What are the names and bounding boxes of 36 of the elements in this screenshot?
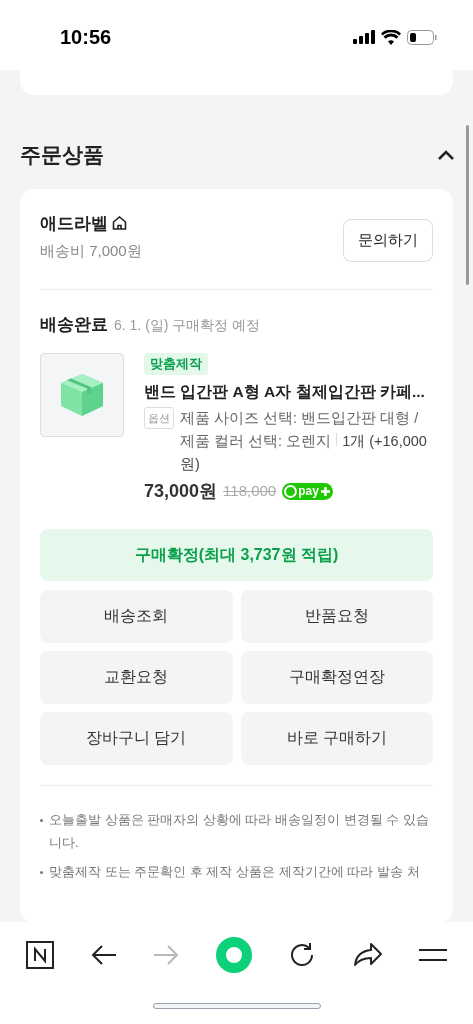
inquiry-button[interactable]: 문의하기 bbox=[343, 218, 433, 262]
action-button[interactable]: 바로 구매하기 bbox=[240, 711, 433, 765]
refresh-icon[interactable] bbox=[288, 941, 316, 969]
share-arrow-icon[interactable] bbox=[352, 942, 383, 968]
product-name[interactable]: 밴드 입간판 A형 A자 철제입간판 카페... bbox=[144, 380, 425, 403]
custom-made-tag: 맞춤제작 bbox=[144, 353, 208, 375]
signal-icon bbox=[353, 30, 375, 44]
section-title: 주문상품 bbox=[20, 142, 104, 168]
action-button[interactable]: 구매확정연장 bbox=[240, 650, 433, 704]
wifi-icon bbox=[381, 29, 401, 45]
notice-text: 맞춤제작 또는 주문확인 후 제작 상품은 제작기간에 따라 발송 처 bbox=[49, 862, 420, 881]
home-icon bbox=[112, 216, 127, 231]
price: 73,000원 bbox=[144, 479, 218, 503]
notice-text: 오늘출발 상품은 판매자의 상황에 따라 배송일정이 변경될 수 있습니다. bbox=[49, 810, 430, 852]
action-button[interactable]: 교환요청 bbox=[40, 650, 233, 704]
status-time: 10:56 bbox=[60, 25, 112, 50]
n-logo-icon[interactable] bbox=[26, 941, 54, 969]
delivery-status: 배송완료 bbox=[40, 313, 108, 336]
product-thumbnail[interactable] bbox=[40, 353, 124, 437]
action-button[interactable]: 장바구니 담기 bbox=[40, 711, 233, 765]
chevron-icon[interactable] bbox=[437, 148, 455, 161]
back-arrow-icon[interactable] bbox=[90, 944, 117, 966]
shipping-fee: 배송비 7,000원 bbox=[40, 241, 142, 261]
original-price: 118,000 bbox=[223, 480, 277, 501]
npay-badge: pay bbox=[282, 482, 333, 500]
menu-icon[interactable] bbox=[419, 948, 447, 962]
seller-name[interactable]: 애드라벨 bbox=[40, 210, 108, 236]
action-button[interactable]: 반품요청 bbox=[240, 589, 433, 643]
action-button[interactable]: 배송조회 bbox=[40, 589, 233, 643]
bullet-icon bbox=[40, 870, 43, 874]
battery-icon bbox=[407, 29, 437, 45]
delivery-note: 6. 1. (일) 구매확정 예정 bbox=[114, 315, 261, 335]
option-label: 옵션 bbox=[144, 406, 174, 429]
box-icon bbox=[59, 372, 105, 418]
bullet-icon bbox=[40, 818, 43, 822]
option-text: 제품 사이즈 선택: 밴드입간판 대형 / 제품 컬러 선택: 오렌지 1개 (+16,000원) bbox=[180, 408, 428, 474]
